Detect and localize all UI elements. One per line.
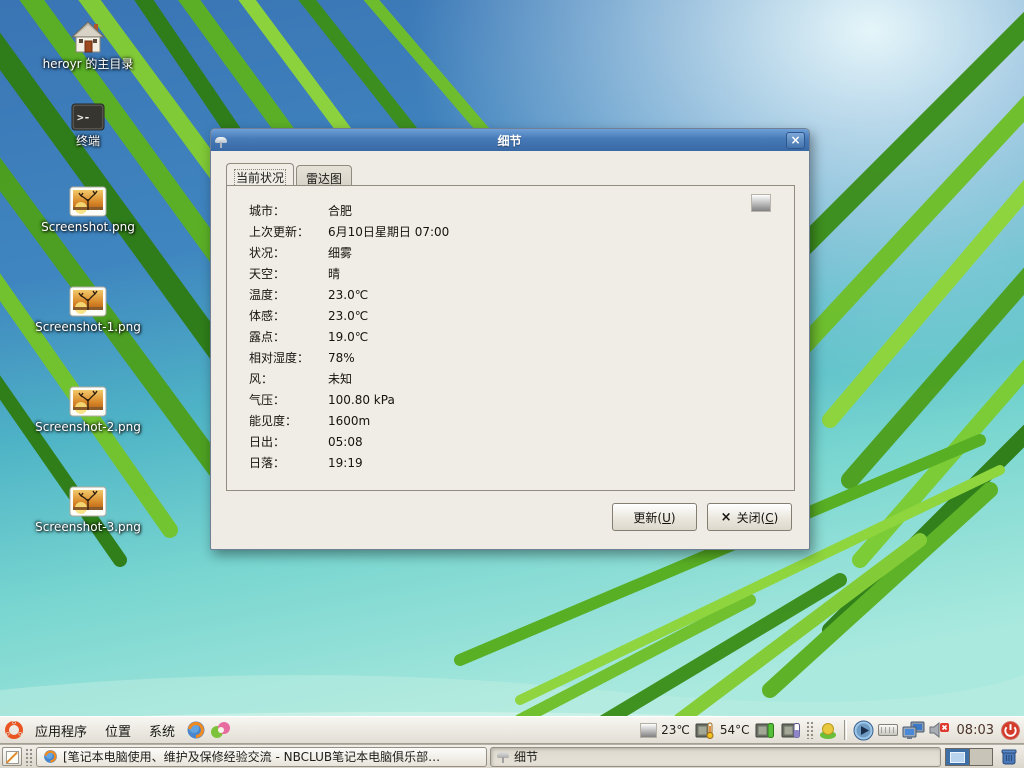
gnome-panel: 应用程序 位置 系统 23℃ 54°C [0, 716, 1024, 744]
home-icon [70, 20, 106, 54]
cpu-freq-green-icon[interactable] [754, 721, 776, 740]
ambient-temp-label: 23℃ [661, 723, 690, 737]
task-button-firefox[interactable]: [笔记本电脑使用、维护及保修经验交流 - NBCLUB笔记本电脑俱乐部… [36, 747, 487, 767]
volume-muted-icon[interactable] [929, 721, 950, 739]
dialog-titlebar[interactable]: 细节 × [211, 129, 809, 151]
umbrella-icon [497, 751, 509, 763]
detail-row-sunset: 日落：19:19 [249, 452, 449, 473]
desktop-icon-label: Screenshot.png [41, 220, 135, 234]
detail-row-condition: 状况：细雾 [249, 242, 449, 263]
image-file-icon [69, 286, 107, 317]
desktop-icon-label: heroyr 的主目录 [43, 57, 134, 71]
workspace-2[interactable] [969, 749, 992, 765]
ubuntu-logo-icon[interactable] [4, 720, 24, 740]
dialog-action-area: 更新(U) × 关闭(C) [612, 503, 792, 531]
desktop-icon-label: Screenshot-1.png [35, 320, 141, 334]
task-title: 细节 [514, 748, 934, 765]
clock-label[interactable]: 08:03 [954, 723, 997, 738]
menu-system[interactable]: 系统 [142, 718, 182, 743]
cpu-freq-purple-icon[interactable] [780, 721, 802, 740]
firefox-icon [43, 749, 58, 764]
panel-menus: 应用程序 位置 系统 [4, 718, 232, 743]
terminal-icon: >- [71, 103, 105, 131]
weather-details-list: 城市：合肥 上次更新：6月10日星期日 07:00 状况：细雾 天空：晴 温度：… [249, 200, 449, 473]
taskbar-drag-handle[interactable] [25, 748, 33, 766]
detail-row-sky: 天空：晴 [249, 263, 449, 284]
svg-text:>-: >- [77, 111, 90, 124]
menu-applications[interactable]: 应用程序 [28, 718, 94, 743]
detail-row-visibility: 能见度：1600m [249, 410, 449, 431]
desktop-icon-screenshot-2[interactable]: Screenshot-2.png [29, 386, 147, 434]
desktop-icon-screenshot-1[interactable]: Screenshot-1.png [29, 286, 147, 334]
close-x-icon: × [721, 510, 732, 525]
detail-row-pressure: 气压：100.80 kPa [249, 389, 449, 410]
power-icon[interactable] [1001, 721, 1020, 740]
trash-icon[interactable] [1000, 747, 1018, 766]
menu-places[interactable]: 位置 [98, 718, 138, 743]
detail-row-dew-point: 露点：19.0℃ [249, 326, 449, 347]
desktop-icon-label: Screenshot-3.png [35, 520, 141, 534]
detail-row-humidity: 相对湿度：78% [249, 347, 449, 368]
media-play-icon[interactable] [853, 720, 874, 741]
desktop-icon-terminal[interactable]: >- 终端 [29, 103, 147, 148]
detail-row-city: 城市：合肥 [249, 200, 449, 221]
window-list-taskbar: [笔记本电脑使用、维护及保修经验交流 - NBCLUB笔记本电脑俱乐部… 细节 [0, 744, 1024, 768]
desktop-icon-label: Screenshot-2.png [35, 420, 141, 434]
close-button[interactable]: × 关闭(C) [707, 503, 792, 531]
keyboard-icon[interactable] [878, 724, 898, 736]
tray-separator [844, 720, 847, 740]
task-title: [笔记本电脑使用、维护及保修经验交流 - NBCLUB笔记本电脑俱乐部… [63, 748, 480, 765]
cpu-temp-label: 54°C [720, 723, 750, 737]
image-file-icon [69, 186, 107, 217]
task-button-weather-details[interactable]: 细节 [490, 747, 941, 767]
workspace-1[interactable] [946, 749, 969, 765]
update-button[interactable]: 更新(U) [612, 503, 697, 531]
show-desktop-button[interactable] [2, 747, 22, 766]
close-icon[interactable]: × [786, 132, 805, 149]
current-conditions-page: 城市：合肥 上次更新：6月10日星期日 07:00 状况：细雾 天空：晴 温度：… [226, 185, 795, 491]
firefox-launcher-icon[interactable] [186, 720, 206, 740]
workspace-switcher [945, 748, 993, 766]
umbrella-icon [215, 133, 233, 147]
desktop-icon-screenshot-3[interactable]: Screenshot-3.png [29, 486, 147, 534]
paint-app-launcher-icon[interactable] [210, 720, 232, 740]
network-monitors-icon[interactable] [902, 721, 925, 740]
detail-row-feels-like: 体感：23.0℃ [249, 305, 449, 326]
detail-row-last-update: 上次更新：6月10日星期日 07:00 [249, 221, 449, 242]
dialog-title: 细节 [233, 132, 786, 149]
desktop-icon-home[interactable]: heroyr 的主目录 [29, 20, 147, 71]
cpu-thermometer-icon[interactable] [694, 721, 716, 740]
sensor-blank-icon[interactable] [640, 723, 657, 738]
desktop-icon-label: 终端 [76, 134, 100, 148]
image-file-icon [69, 486, 107, 517]
detail-row-wind: 风：未知 [249, 368, 449, 389]
image-file-icon [69, 386, 107, 417]
detail-row-sunrise: 日出：05:08 [249, 431, 449, 452]
weather-image-placeholder-icon [751, 194, 771, 212]
desktop-icon-screenshot[interactable]: Screenshot.png [29, 186, 147, 234]
weather-details-dialog: 细节 × 当前状况 雷达图 城市：合肥 上次更新：6月10日星期日 07:00 … [210, 128, 810, 550]
notifier-icon[interactable] [818, 721, 838, 740]
tray-drag-handle[interactable] [806, 721, 814, 739]
detail-row-temperature: 温度：23.0℃ [249, 284, 449, 305]
panel-tray: 23℃ 54°C [640, 720, 1020, 741]
